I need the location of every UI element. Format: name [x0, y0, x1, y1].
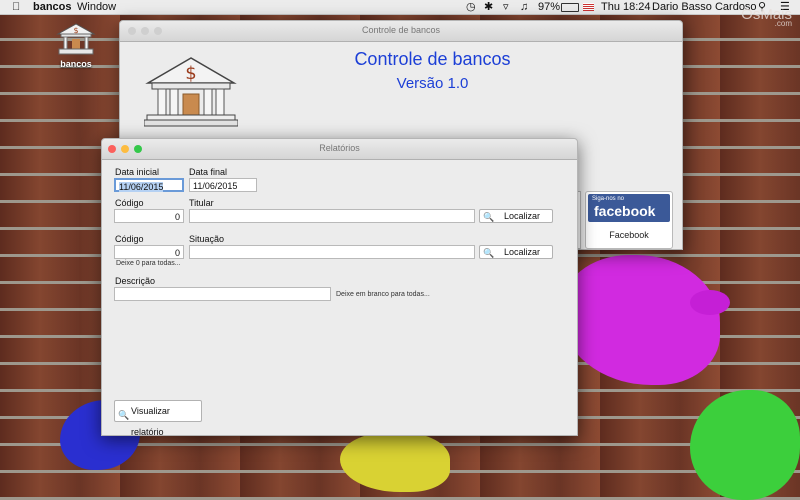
bank-icon: $: [56, 23, 96, 55]
paint-splatter-yellow: [340, 432, 450, 492]
facebook-badge-top: Siga-nos no: [592, 196, 625, 202]
wifi-icon[interactable]: ▿: [503, 0, 509, 14]
menu-app-name[interactable]: bancos: [33, 0, 72, 14]
localizar-titular-label: Localizar: [504, 211, 541, 221]
watermark: OsMais .com: [741, 6, 792, 28]
main-heading: Controle de bancos: [354, 49, 511, 69]
data-inicial-label: Data inicial: [115, 167, 160, 177]
clock[interactable]: Thu 18:24: [601, 0, 651, 14]
main-window-titlebar[interactable]: Controle de bancos: [120, 21, 682, 42]
facebook-badge-brand: facebook: [594, 203, 656, 219]
visualizar-relatorio-label: Visualizar relatório: [131, 406, 170, 437]
codigo-field[interactable]: 0: [114, 209, 184, 223]
titular-label: Titular: [189, 198, 214, 208]
report-window: Relatórios Data inicial 11/06/2015 Data …: [101, 138, 578, 437]
paint-splatter-green: [690, 390, 800, 500]
desktop-icon-label: bancos: [60, 59, 92, 69]
time-machine-icon[interactable]: ◷: [466, 0, 476, 14]
menu-window[interactable]: Window: [77, 0, 116, 14]
desktop-app-icon[interactable]: $ bancos: [54, 22, 98, 69]
descricao-label: Descrição: [115, 276, 156, 286]
paint-splatter-magenta: [560, 255, 720, 385]
data-final-field[interactable]: 11/06/2015: [189, 178, 257, 192]
situacao-label: Situação: [189, 234, 225, 244]
localizar-situacao-button[interactable]: 🔍 Localizar: [479, 245, 553, 259]
facebook-button[interactable]: Siga-nos no facebook Facebook: [585, 191, 673, 249]
codigo-situacao-field[interactable]: 0: [114, 245, 184, 259]
report-window-titlebar[interactable]: Relatórios: [102, 139, 577, 160]
magnifier-icon: 🔍: [483, 248, 495, 258]
battery-icon: [561, 3, 579, 12]
codigo-label: Código: [115, 198, 144, 208]
facebook-badge: Siga-nos no facebook: [588, 194, 670, 222]
apple-menu-icon[interactable]: : [12, 0, 20, 14]
volume-icon[interactable]: ♫: [520, 0, 528, 14]
codigo-hint: Deixe 0 para todas...: [116, 260, 181, 267]
flag-icon[interactable]: [583, 3, 594, 11]
descricao-hint: Deixe em branco para todas...: [336, 291, 430, 298]
bluetooth-icon[interactable]: ✱: [484, 0, 493, 14]
svg-text:$: $: [73, 26, 78, 35]
menu-bar:  bancos Window ◷ ✱ ▿ ♫ 97% Thu 18:24 Da…: [0, 0, 800, 15]
localizar-titular-button[interactable]: 🔍 Localizar: [479, 209, 553, 223]
report-window-title: Relatórios: [319, 143, 360, 153]
main-window-title: Controle de bancos: [361, 25, 441, 35]
data-inicial-field[interactable]: 11/06/2015: [114, 178, 184, 192]
visualizar-relatorio-button[interactable]: 🔍 Visualizar relatório: [114, 400, 202, 437]
battery-percent[interactable]: 97%: [538, 0, 560, 14]
localizar-situacao-label: Localizar: [504, 247, 541, 257]
situacao-field[interactable]: [189, 245, 475, 259]
svg-text:$: $: [185, 63, 196, 84]
titular-field[interactable]: [189, 209, 475, 223]
magnifier-icon: 🔍: [118, 410, 130, 420]
data-final-label: Data final: [189, 167, 228, 177]
data-inicial-value: 11/06/2015: [119, 182, 164, 192]
version-label: Versão 1.0: [396, 75, 469, 92]
paint-splatter-magenta-2: [690, 290, 730, 315]
descricao-field[interactable]: [114, 287, 331, 301]
bank-logo-icon: $: [144, 57, 238, 127]
facebook-label: Facebook: [609, 230, 649, 240]
codigo-situacao-label: Código: [115, 234, 144, 244]
magnifier-icon: 🔍: [483, 212, 495, 222]
